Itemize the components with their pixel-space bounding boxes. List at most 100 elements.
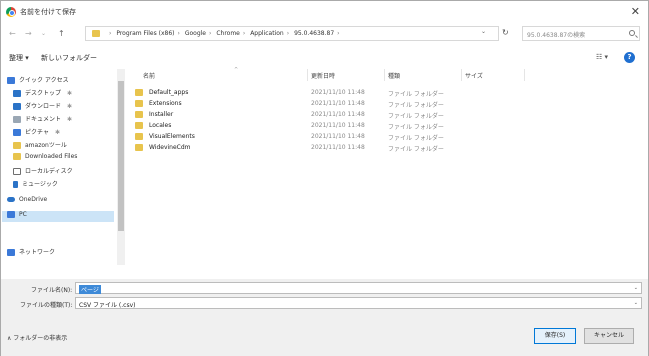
file-row[interactable]: Installer 2021/11/10 11:48 ファイル フォルダー [129,109,589,120]
file-row[interactable]: WidevineCdm 2021/11/10 11:48 ファイル フォルダー [129,142,589,153]
nav-item-music[interactable]: ミュージック [13,179,58,190]
forward-icon[interactable]: → [25,29,32,38]
nav-item-local-disk[interactable]: ローカルディスク [13,166,73,177]
file-type: ファイル フォルダー [388,102,444,109]
filetype-value: CSV ファイル (.csv) [79,302,136,309]
file-name: Installer [149,111,174,118]
nav-item-quick-access[interactable]: クイック アクセス [7,75,69,86]
organize-button[interactable]: 整理 ▾ [9,53,29,63]
nav-item-label: Downloaded Files [25,153,78,160]
cancel-button[interactable]: キャンセル [584,328,634,344]
breadcrumb-item[interactable]: Google [185,30,206,37]
chrome-icon [6,7,16,17]
toolbar: 整理 ▾ 新しいフォルダー ☷ ▾ ? [1,49,648,67]
new-folder-button[interactable]: 新しいフォルダー [41,53,97,63]
recent-dropdown-icon[interactable]: ⌄ [41,30,46,37]
address-dropdown-icon[interactable]: ⌄ [481,28,486,35]
folder-icon [135,89,143,96]
column-header-date[interactable]: 更新日時 [311,71,335,80]
pin-icon: ✱ [54,129,60,136]
nav-item-label: OneDrive [19,196,48,203]
file-name: WidevineCdm [149,144,191,151]
pin-icon: ✱ [67,103,73,110]
nav-item-label: ネットワーク [19,249,56,256]
nav-item-label: ミュージック [22,181,58,188]
view-options-button[interactable]: ☷ ▾ [596,53,608,61]
nav-item-desktop[interactable]: デスクトップ ✱ [13,88,72,99]
column-separator[interactable] [524,69,525,81]
filename-field[interactable]: ページ ⌄ [75,282,642,294]
nav-scrollbar[interactable] [117,69,125,265]
sort-indicator-icon: ^ [234,67,239,73]
star-icon [7,77,15,84]
chevron-down-icon[interactable]: ⌄ [634,300,638,306]
file-row[interactable]: Extensions 2021/11/10 11:48 ファイル フォルダー [129,98,589,109]
nav-item-pictures[interactable]: ピクチャ ✱ [13,127,60,138]
file-name: Extensions [149,100,182,107]
folder-icon [135,111,143,118]
nav-item-onedrive[interactable]: OneDrive [7,196,47,207]
column-separator[interactable] [384,69,385,81]
folder-icon [135,122,143,129]
nav-item-label: ローカルディスク [25,168,73,175]
filetype-select[interactable]: CSV ファイル (.csv) ⌄ [75,297,642,309]
file-type: ファイル フォルダー [388,113,444,120]
folder-icon [135,144,143,151]
breadcrumb-item[interactable]: Program Files (x86) [116,30,174,37]
nav-item-network[interactable]: ネットワーク [7,247,55,258]
file-row[interactable]: Default_apps 2021/11/10 11:48 ファイル フォルダー [129,87,589,98]
nav-item-label: ドキュメント [25,116,62,123]
nav-item-downloads[interactable]: ダウンロード ✱ [13,101,72,112]
nav-item-amazon[interactable]: amazonツール [13,140,67,151]
file-type: ファイル フォルダー [388,124,444,131]
folder-icon [13,153,21,160]
file-type: ファイル フォルダー [388,135,444,142]
save-button[interactable]: 保存(S) [534,328,576,344]
column-separator[interactable] [461,69,462,81]
column-header-size[interactable]: サイズ [465,71,483,80]
file-row[interactable]: VisualElements 2021/11/10 11:48 ファイル フォルダー [129,131,589,142]
nav-item-label: ピクチャ [25,129,49,136]
file-name: Default_apps [149,89,189,96]
pc-icon [7,211,15,218]
back-icon[interactable]: ← [9,29,16,38]
column-header-name[interactable]: 名前 [143,71,155,80]
download-icon [13,103,21,110]
file-row[interactable]: Locales 2021/11/10 11:48 ファイル フォルダー [129,120,589,131]
save-as-dialog: 名前を付けて保存 ✕ ← → ⌄ ↑ › Program Files (x86)… [0,0,649,356]
search-box[interactable]: 95.0.4638.87の検索 [522,26,640,41]
file-date: 2021/11/10 11:48 [311,133,365,140]
filetype-label: ファイルの種類(T): [20,302,73,309]
file-name: VisualElements [149,133,195,140]
scrollbar-thumb[interactable] [118,81,124,231]
nav-item-downloaded-files[interactable]: Downloaded Files [13,153,77,164]
onedrive-icon [7,197,15,202]
column-separator[interactable] [307,69,308,81]
refresh-icon[interactable]: ↻ [502,28,509,37]
folder-icon [92,30,100,37]
search-input[interactable]: 95.0.4638.87の検索 [527,30,585,39]
nav-item-label: デスクトップ [25,90,62,97]
nav-item-documents[interactable]: ドキュメント ✱ [13,114,72,125]
help-icon[interactable]: ? [624,52,635,63]
pictures-icon [13,129,21,136]
filename-input[interactable]: ページ [79,285,101,294]
pin-icon: ✱ [67,90,73,97]
hide-folders-toggle[interactable]: ∧ フォルダーの非表示 [7,333,67,342]
chevron-down-icon[interactable]: ⌄ [634,285,638,291]
column-header-type[interactable]: 種類 [388,71,400,80]
breadcrumb-item[interactable]: 95.0.4638.87 [294,30,334,37]
breadcrumb-item[interactable]: Application [250,30,284,37]
address-bar[interactable]: › Program Files (x86) › Google › Chrome › A… [85,26,499,41]
nav-item-label: クイック アクセス [19,77,69,84]
close-icon[interactable]: ✕ [631,5,640,18]
network-icon [7,249,15,256]
folder-icon [13,142,21,149]
up-icon[interactable]: ↑ [58,29,65,38]
breadcrumb-item[interactable]: Chrome [216,30,240,37]
search-icon [629,30,635,36]
nav-item-label: ダウンロード [25,103,62,110]
nav-item-label: PC [19,211,27,218]
nav-item-pc[interactable]: PC [2,211,114,222]
file-type: ファイル フォルダー [388,146,444,153]
